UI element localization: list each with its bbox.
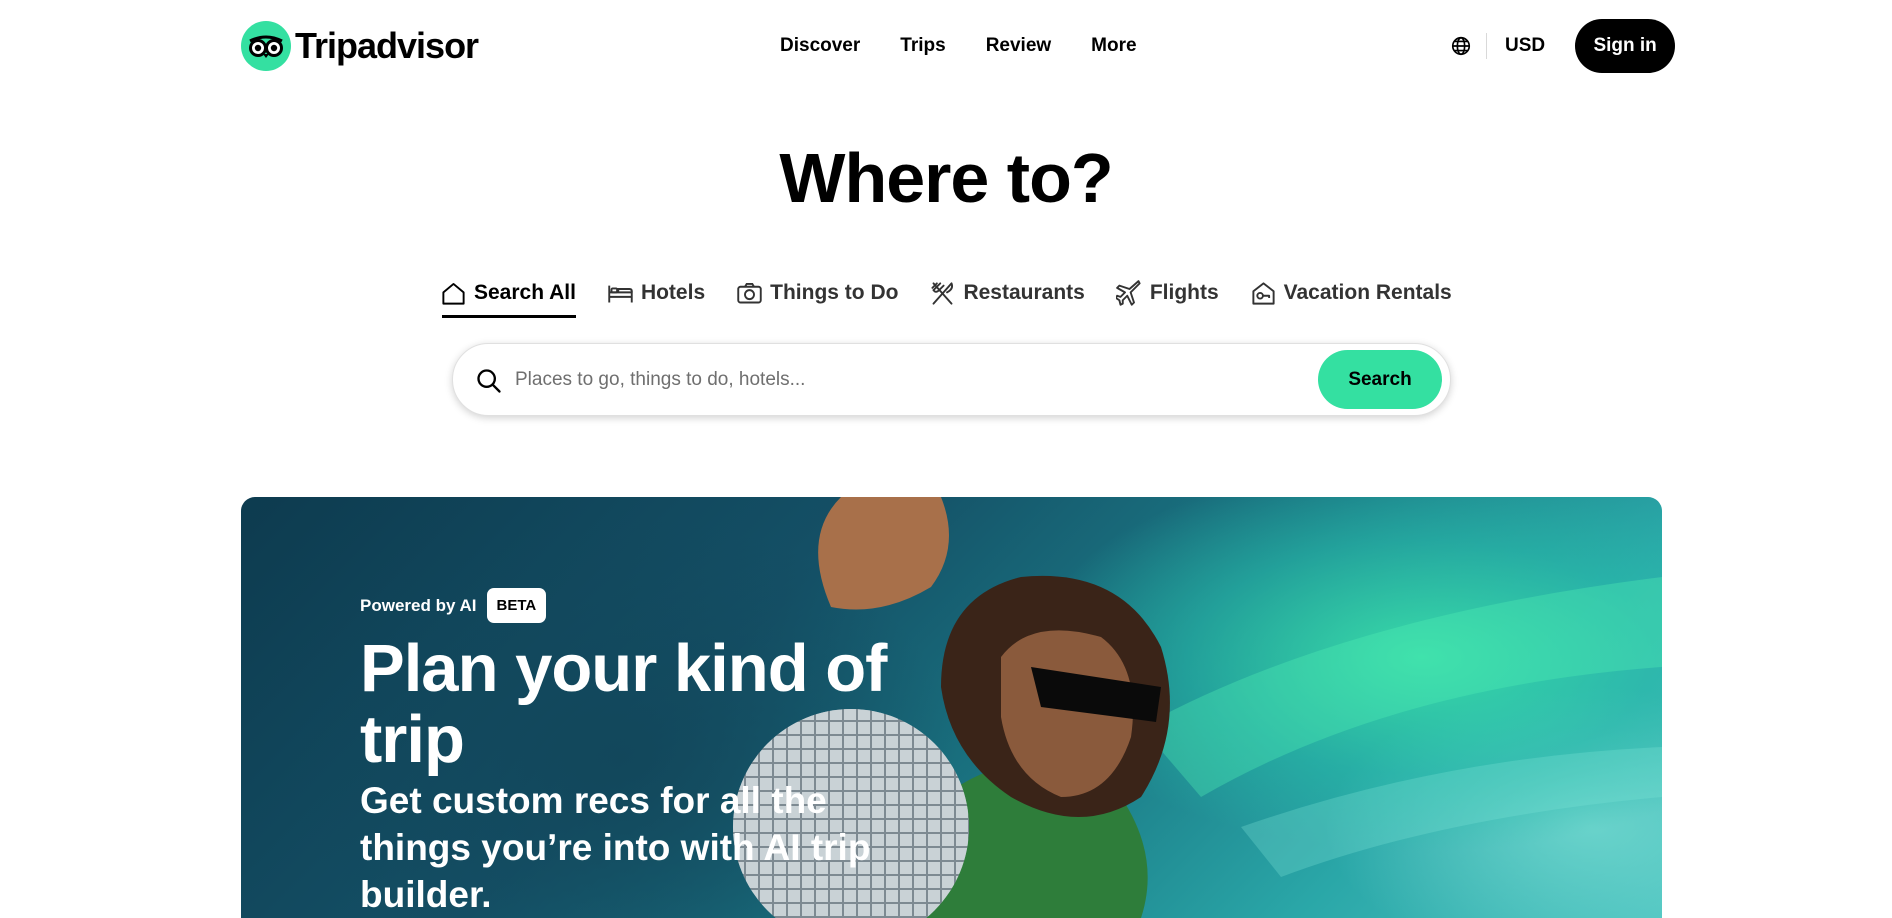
plane-icon bbox=[1115, 279, 1141, 306]
sign-in-button[interactable]: Sign in bbox=[1575, 19, 1676, 73]
fork-knife-icon bbox=[931, 281, 954, 305]
tab-label: Things to Do bbox=[770, 281, 899, 304]
bed-icon bbox=[608, 285, 633, 302]
ai-trip-builder-banner[interactable]: Powered by AI BETA Plan your kind of tri… bbox=[241, 497, 1662, 918]
main-nav: Discover Trips Review More bbox=[760, 26, 1157, 66]
header-divider bbox=[1486, 33, 1487, 59]
search-button[interactable]: Search bbox=[1318, 350, 1442, 409]
tab-label: Restaurants bbox=[963, 281, 1085, 304]
powered-label: Powered by AI bbox=[360, 595, 477, 615]
search-bar: Search bbox=[452, 343, 1451, 416]
tab-search-all[interactable]: Search All bbox=[440, 272, 576, 318]
search-input[interactable] bbox=[515, 360, 1255, 400]
language-button[interactable] bbox=[1440, 25, 1482, 67]
owl-logo-icon bbox=[241, 21, 291, 71]
tab-flights[interactable]: Flights bbox=[1115, 272, 1219, 318]
logo-wordmark: Tripadvisor bbox=[295, 25, 479, 66]
tab-label: Flights bbox=[1149, 281, 1219, 304]
search-category-tabs: Search All Hotels Things to Do Restauran… bbox=[440, 272, 1452, 318]
banner-title: Plan your kind of trip bbox=[360, 631, 888, 777]
banner-subtitle: Get custom recs for all the things you’r… bbox=[360, 780, 871, 915]
globe-icon bbox=[1451, 36, 1471, 56]
powered-by-ai: Powered by AI BETA bbox=[360, 588, 920, 623]
tripadvisor-logo[interactable]: Tripadvisor bbox=[241, 21, 479, 71]
nav-review[interactable]: Review bbox=[966, 27, 1071, 65]
house-key-icon bbox=[1252, 281, 1275, 305]
house-icon bbox=[442, 282, 465, 305]
camera-icon bbox=[737, 282, 762, 303]
nav-more[interactable]: More bbox=[1071, 27, 1156, 65]
tab-label: Hotels bbox=[640, 281, 706, 304]
site-header: Tripadvisor Discover Trips Review More U… bbox=[0, 0, 1892, 92]
tab-vacation-rentals[interactable]: Vacation Rentals bbox=[1250, 272, 1452, 318]
currency-button[interactable]: USD bbox=[1491, 27, 1559, 65]
header-actions: USD Sign in bbox=[1440, 19, 1676, 73]
beta-badge: BETA bbox=[486, 588, 547, 623]
tab-hotels[interactable]: Hotels bbox=[607, 272, 705, 318]
tab-things-to-do[interactable]: Things to Do bbox=[736, 272, 898, 318]
nav-trips[interactable]: Trips bbox=[880, 27, 965, 65]
search-icon bbox=[477, 369, 501, 393]
nav-discover[interactable]: Discover bbox=[760, 27, 880, 65]
tab-label: Vacation Rentals bbox=[1283, 281, 1452, 304]
page-title: Where to? bbox=[779, 139, 1113, 217]
tab-label: Search All bbox=[474, 281, 576, 304]
banner-content: Powered by AI BETA Plan your kind of tri… bbox=[360, 588, 920, 918]
tab-restaurants[interactable]: Restaurants bbox=[929, 272, 1085, 318]
